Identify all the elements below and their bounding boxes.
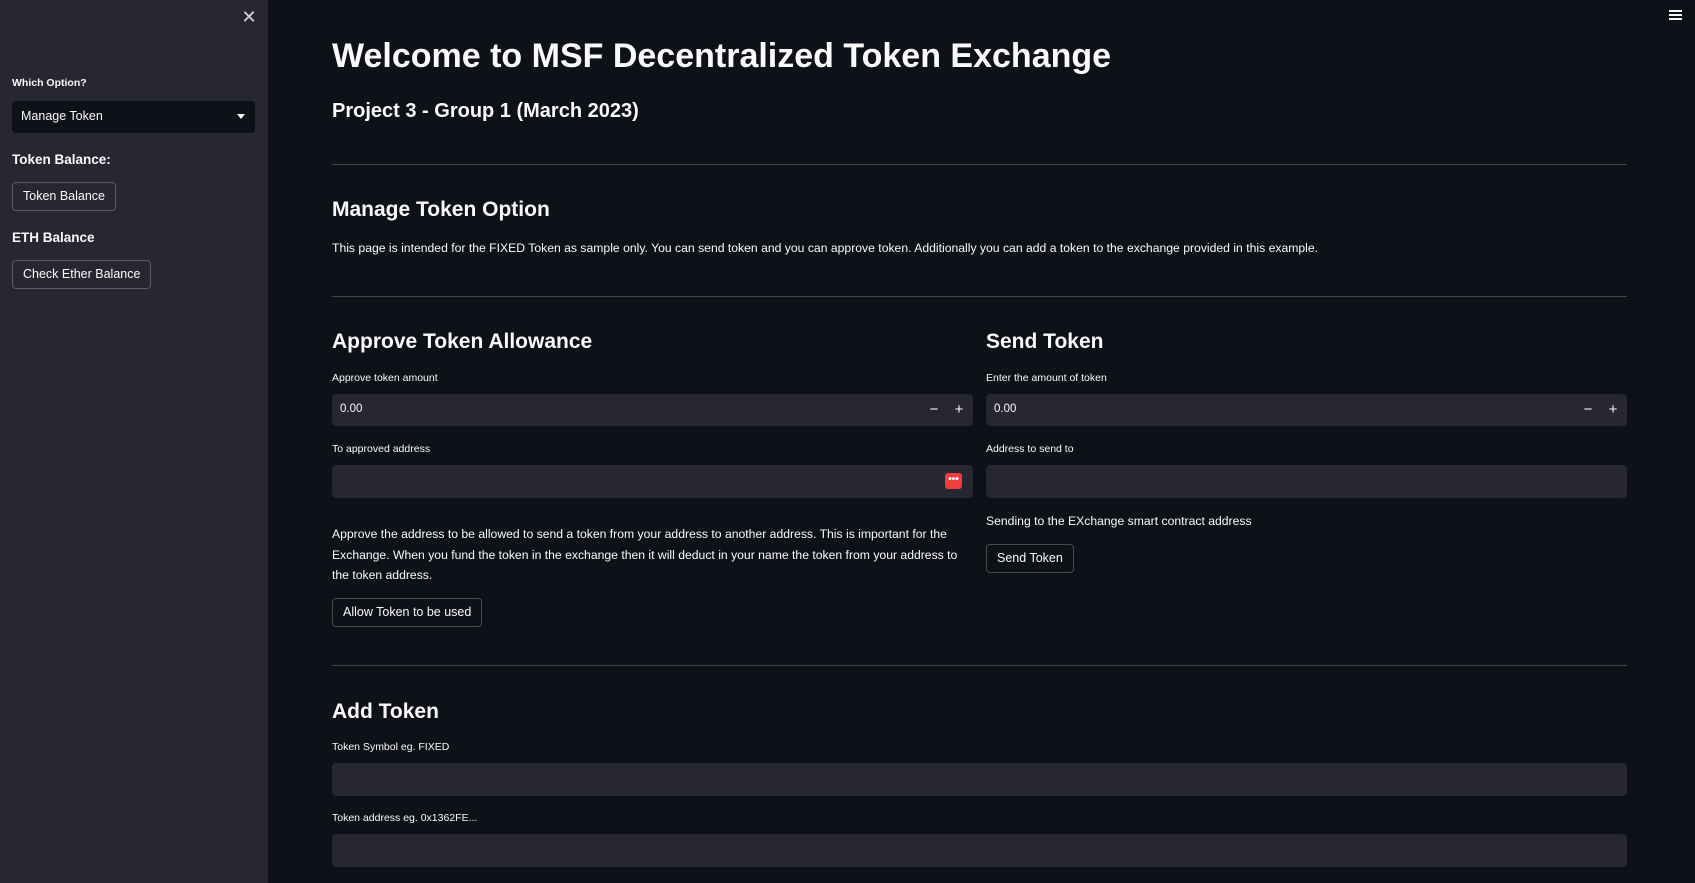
eth-balance-heading: ETH Balance: [12, 230, 95, 245]
sidebar: ✕ Which Option? Manage Token Token Balan…: [0, 0, 268, 883]
check-ether-balance-button[interactable]: Check Ether Balance: [12, 260, 152, 289]
increment-button[interactable]: +: [950, 400, 968, 420]
token-symbol-input[interactable]: [332, 763, 1627, 796]
main-content: Welcome to MSF Decentralized Token Excha…: [268, 0, 1695, 883]
send-token-heading: Send Token: [986, 330, 1104, 353]
manage-token-heading: Manage Token Option: [332, 198, 550, 221]
approve-allowance-heading: Approve Token Allowance: [332, 330, 593, 353]
approved-address-input[interactable]: •••: [332, 465, 973, 498]
token-address-label: Token address eg. 0x1362FE...: [332, 812, 478, 824]
increment-button[interactable]: +: [1604, 400, 1622, 420]
divider: [332, 665, 1627, 666]
option-select-label: Which Option?: [12, 77, 87, 89]
decrement-button[interactable]: −: [1579, 400, 1597, 420]
page-title: Welcome to MSF Decentralized Token Excha…: [332, 37, 1112, 75]
approve-description: Approve the address to be allowed to sen…: [332, 527, 958, 582]
send-note: Sending to the EXchange smart contract a…: [986, 514, 1252, 528]
approve-amount-label: Approve token amount: [332, 372, 438, 384]
send-address-input[interactable]: [986, 465, 1627, 498]
password-manager-icon[interactable]: •••: [945, 473, 962, 489]
send-amount-input[interactable]: 0.00 − +: [986, 394, 1627, 426]
caret-down-icon: [237, 114, 245, 119]
option-select[interactable]: Manage Token: [12, 101, 255, 133]
token-address-input[interactable]: [332, 834, 1627, 867]
approve-amount-input[interactable]: 0.00 − +: [332, 394, 973, 426]
send-amount-label: Enter the amount of token: [986, 372, 1107, 384]
approve-amount-value: 0.00: [340, 403, 363, 415]
token-symbol-label: Token Symbol eg. FIXED: [332, 741, 450, 753]
send-amount-value: 0.00: [994, 403, 1017, 415]
token-balance-button[interactable]: Token Balance: [12, 182, 117, 211]
close-icon[interactable]: ✕: [240, 8, 258, 26]
page-subtitle: Project 3 - Group 1 (March 2023): [332, 100, 639, 122]
approved-address-label: To approved address: [332, 443, 431, 455]
send-address-label: Address to send to: [986, 443, 1074, 455]
allow-token-button[interactable]: Allow Token to be used: [332, 598, 483, 627]
add-token-heading: Add Token: [332, 700, 439, 723]
send-token-button[interactable]: Send Token: [986, 544, 1074, 573]
token-balance-heading: Token Balance:: [12, 152, 111, 167]
app: ✕ Which Option? Manage Token Token Balan…: [0, 0, 1695, 883]
decrement-button[interactable]: −: [925, 400, 943, 420]
divider: [332, 164, 1627, 165]
manage-token-description: This page is intended for the FIXED Toke…: [332, 241, 1319, 255]
option-select-value: Manage Token: [21, 109, 103, 123]
divider: [332, 296, 1627, 297]
